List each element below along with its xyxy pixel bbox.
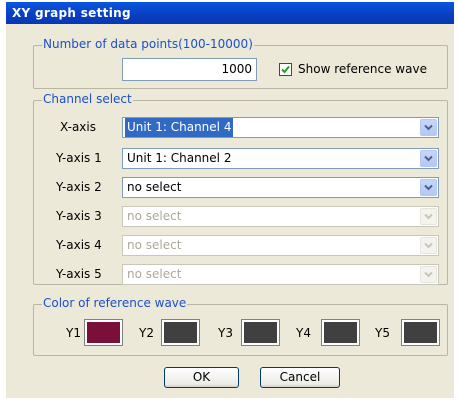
color-swatch-y5[interactable] bbox=[401, 319, 440, 346]
xy-graph-setting-dialog: XY graph setting Number of data points(1… bbox=[6, 2, 454, 398]
chevron-down-icon bbox=[420, 266, 437, 283]
y-axis-2-select-value: no select bbox=[127, 180, 182, 194]
y-axis-2-label: Y-axis 2 bbox=[56, 180, 102, 194]
y-axis-2-select[interactable]: no select bbox=[122, 177, 439, 198]
chevron-down-icon[interactable] bbox=[420, 179, 437, 196]
y-axis-1-label: Y-axis 1 bbox=[56, 151, 102, 165]
show-reference-checkbox[interactable] bbox=[279, 63, 292, 76]
checkmark-icon bbox=[281, 65, 290, 74]
x-axis-select[interactable]: Unit 1: Channel 4 bbox=[122, 117, 439, 138]
x-axis-select-value: Unit 1: Channel 4 bbox=[125, 118, 234, 137]
color-label-y5: Y5 bbox=[375, 326, 390, 340]
x-axis-label: X-axis bbox=[60, 120, 96, 134]
y-axis-4-select-value: no select bbox=[127, 238, 182, 252]
y-axis-5-select-value: no select bbox=[127, 267, 182, 281]
y-axis-4-select: no select bbox=[122, 235, 439, 256]
chevron-down-icon bbox=[420, 237, 437, 254]
y-axis-1-select[interactable]: Unit 1: Channel 2 bbox=[122, 148, 439, 169]
color-swatch-y3[interactable] bbox=[241, 319, 280, 346]
y-axis-1-select-value: Unit 1: Channel 2 bbox=[127, 151, 232, 165]
color-label-y4: Y4 bbox=[296, 326, 311, 340]
color-swatch-y4[interactable] bbox=[321, 319, 360, 346]
color-swatch-y2[interactable] bbox=[161, 319, 200, 346]
reference-color-group-label: Color of reference wave bbox=[42, 296, 188, 310]
y-axis-3-select-value: no select bbox=[127, 209, 182, 223]
chevron-down-icon bbox=[420, 208, 437, 225]
show-reference-label[interactable]: Show reference wave bbox=[298, 62, 427, 76]
y-axis-3-select: no select bbox=[122, 206, 439, 227]
y-axis-5-select: no select bbox=[122, 264, 439, 285]
ok-button[interactable]: OK bbox=[164, 367, 239, 388]
chevron-down-icon[interactable] bbox=[420, 119, 437, 136]
color-label-y1: Y1 bbox=[66, 326, 81, 340]
cancel-button[interactable]: Cancel bbox=[260, 367, 340, 388]
color-label-y2: Y2 bbox=[139, 326, 154, 340]
data-points-input[interactable]: 1000 bbox=[122, 58, 257, 81]
data-points-group-label: Number of data points(100-10000) bbox=[42, 37, 254, 51]
color-swatch-y1[interactable] bbox=[84, 319, 123, 346]
channel-select-group-label: Channel select bbox=[42, 92, 133, 106]
color-label-y3: Y3 bbox=[218, 326, 233, 340]
dialog-title: XY graph setting bbox=[6, 2, 454, 24]
chevron-down-icon[interactable] bbox=[420, 150, 437, 167]
y-axis-3-label: Y-axis 3 bbox=[56, 209, 102, 223]
y-axis-5-label: Y-axis 5 bbox=[56, 267, 102, 281]
y-axis-4-label: Y-axis 4 bbox=[56, 238, 102, 252]
